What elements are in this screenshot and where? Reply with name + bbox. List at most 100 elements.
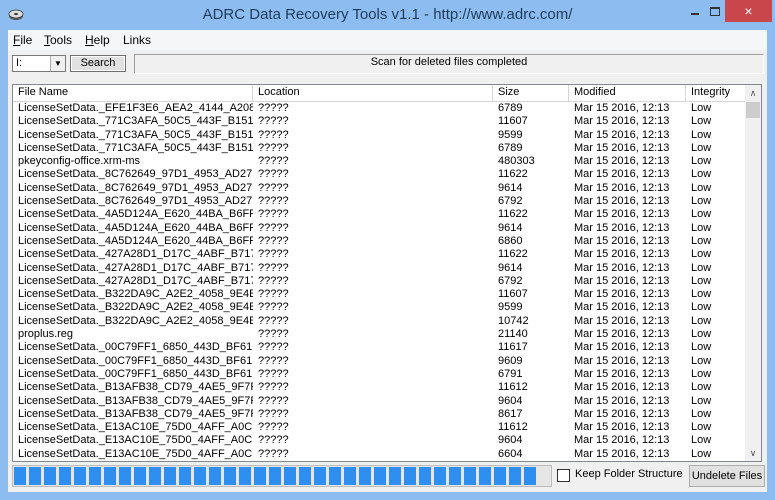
column-location[interactable]: Location [253, 85, 493, 101]
table-row[interactable]: LicenseSetData._427A28D1_D17C_4ABF_B717.… [13, 262, 747, 275]
size-cell: 10742 [498, 314, 529, 327]
location-cell: ????? [258, 195, 289, 208]
vertical-scrollbar[interactable]: ∧ ∨ [745, 85, 761, 461]
progress-segment [269, 467, 281, 485]
table-row[interactable]: LicenseSetData._B13AFB38_CD79_4AE5_9F7F.… [13, 381, 747, 394]
file-name-cell: LicenseSetData._B13AFB38_CD79_4AE5_9F7F.… [18, 394, 253, 407]
table-row[interactable]: LicenseSetData._E13AC10E_75D0_4AFF_A0C..… [13, 421, 747, 434]
table-row[interactable]: LicenseSetData._00C79FF1_6850_443D_BF61.… [13, 341, 747, 354]
table-row[interactable]: LicenseSetData._00C79FF1_6850_443D_BF61.… [13, 355, 747, 368]
modified-cell: Mar 15 2016, 12:13 [574, 341, 670, 354]
table-row[interactable]: LicenseSetData._B322DA9C_A2E2_4058_9E4E.… [13, 315, 747, 328]
file-list[interactable]: File Name Location Size Modified Integri… [12, 84, 762, 462]
file-name-cell: LicenseSetData._B13AFB38_CD79_4AE5_9F7F.… [18, 381, 253, 394]
table-row[interactable]: LicenseSetData._E13AC10E_75D0_4AFF_A0C..… [13, 434, 747, 447]
integrity-cell: Low [691, 168, 712, 181]
table-row[interactable]: LicenseSetData._8C762649_97D1_4953_AD27.… [13, 168, 747, 181]
size-cell: 8617 [498, 407, 523, 420]
table-row[interactable]: LicenseSetData._427A28D1_D17C_4ABF_B717.… [13, 248, 747, 261]
drive-value: I: [16, 57, 23, 69]
location-cell: ????? [258, 407, 289, 420]
maximize-button[interactable] [686, 0, 720, 22]
menu-bar: File Tools Help Links [8, 30, 767, 50]
table-row[interactable]: LicenseSetData._771C3AFA_50C5_443F_B151.… [13, 115, 747, 128]
progress-segment [434, 467, 446, 485]
chevron-down-icon[interactable]: ▼ [50, 56, 65, 71]
column-integrity[interactable]: Integrity [686, 85, 747, 101]
size-cell: 6789 [498, 141, 523, 154]
modified-cell: Mar 15 2016, 12:13 [574, 195, 670, 208]
table-row[interactable]: proplus.reg????? 21140 Mar 15 2016, 12:13 L… [13, 328, 747, 341]
table-row[interactable]: LicenseSetData._B13AFB38_CD79_4AE5_9F7F.… [13, 408, 747, 421]
location-cell: ????? [258, 234, 289, 247]
column-file-name[interactable]: File Name [13, 85, 253, 101]
checkbox-icon[interactable] [557, 469, 570, 482]
location-cell: ????? [258, 328, 289, 341]
table-row[interactable]: LicenseSetData._4A5D124A_E620_44BA_B6FF.… [13, 222, 747, 235]
modified-cell: Mar 15 2016, 12:13 [574, 221, 670, 234]
size-cell: 9604 [498, 434, 523, 447]
menu-file[interactable]: File [13, 33, 32, 47]
search-button[interactable]: Search [70, 55, 126, 72]
table-row[interactable]: pkeyconfig-office.xrm-ms????? 480303 Mar 1… [13, 155, 747, 168]
table-row[interactable]: LicenseSetData._771C3AFA_50C5_443F_B151.… [13, 129, 747, 142]
modified-cell: Mar 15 2016, 12:13 [574, 447, 670, 460]
modified-cell: Mar 15 2016, 12:13 [574, 234, 670, 247]
table-row[interactable]: LicenseSetData._427A28D1_D17C_4ABF_B717.… [13, 275, 747, 288]
scroll-thumb[interactable] [746, 102, 760, 118]
table-row[interactable]: LicenseSetData._E13AC10E_75D0_4AFF_A0C..… [13, 448, 747, 461]
location-cell: ????? [258, 248, 289, 261]
size-cell: 11622 [498, 208, 528, 221]
list-rows: LicenseSetData._EFE1F3E6_AEA2_4144_A208.… [13, 102, 747, 461]
modified-cell: Mar 15 2016, 12:13 [574, 141, 670, 154]
table-row[interactable]: LicenseSetData._00C79FF1_6850_443D_BF61.… [13, 368, 747, 381]
location-cell: ????? [258, 141, 289, 154]
file-name-cell: LicenseSetData._4A5D124A_E620_44BA_B6FF.… [18, 234, 253, 247]
modified-cell: Mar 15 2016, 12:13 [574, 208, 670, 221]
table-row[interactable]: LicenseSetData._4A5D124A_E620_44BA_B6FF.… [13, 208, 747, 221]
scroll-up-icon[interactable]: ∧ [745, 85, 761, 101]
modified-cell: Mar 15 2016, 12:13 [574, 102, 670, 114]
undelete-files-button[interactable]: Undelete Files [689, 465, 765, 487]
size-cell: 11612 [498, 381, 528, 394]
title-bar[interactable]: ADRC Data Recovery Tools v1.1 - http://w… [0, 0, 775, 30]
menu-links[interactable]: Links [123, 33, 151, 47]
size-cell: 11622 [498, 168, 528, 181]
drive-select[interactable]: I: ▼ [12, 55, 66, 72]
size-cell: 6792 [498, 195, 523, 208]
modified-cell: Mar 15 2016, 12:13 [574, 128, 670, 141]
size-cell: 11607 [498, 288, 528, 301]
file-name-cell: LicenseSetData._8C762649_97D1_4953_AD27.… [18, 181, 253, 194]
location-cell: ????? [258, 274, 289, 287]
size-cell: 6791 [498, 367, 523, 380]
integrity-cell: Low [691, 102, 712, 114]
table-row[interactable]: LicenseSetData._B322DA9C_A2E2_4058_9E4E.… [13, 288, 747, 301]
table-row[interactable]: LicenseSetData._8C762649_97D1_4953_AD27.… [13, 195, 747, 208]
progress-segment [179, 467, 191, 485]
column-modified[interactable]: Modified [569, 85, 686, 101]
close-button[interactable]: × [725, 0, 772, 22]
progress-segment [419, 467, 431, 485]
table-row[interactable]: LicenseSetData._B322DA9C_A2E2_4058_9E4E.… [13, 301, 747, 314]
file-name-cell: LicenseSetData._B322DA9C_A2E2_4058_9E4E.… [18, 314, 253, 327]
integrity-cell: Low [691, 128, 712, 141]
table-row[interactable]: LicenseSetData._B13AFB38_CD79_4AE5_9F7F.… [13, 395, 747, 408]
table-row[interactable]: LicenseSetData._8C762649_97D1_4953_AD27.… [13, 182, 747, 195]
progress-segment [74, 467, 86, 485]
table-row[interactable]: LicenseSetData._4A5D124A_E620_44BA_B6FF.… [13, 235, 747, 248]
integrity-cell: Low [691, 115, 712, 128]
file-name-cell: LicenseSetData._E13AC10E_75D0_4AFF_A0C..… [18, 447, 253, 460]
menu-tools[interactable]: Tools [44, 33, 72, 47]
file-name-cell: LicenseSetData._427A28D1_D17C_4ABF_B717.… [18, 248, 253, 261]
size-cell: 6792 [498, 274, 523, 287]
location-cell: ????? [258, 102, 289, 114]
menu-help[interactable]: Help [85, 33, 110, 47]
file-name-cell: LicenseSetData._4A5D124A_E620_44BA_B6FF.… [18, 208, 253, 221]
column-size[interactable]: Size [493, 85, 569, 101]
table-row[interactable]: LicenseSetData._EFE1F3E6_AEA2_4144_A208.… [13, 102, 747, 115]
modified-cell: Mar 15 2016, 12:13 [574, 434, 670, 447]
scroll-down-icon[interactable]: ∨ [745, 445, 761, 461]
file-name-cell: LicenseSetData._427A28D1_D17C_4ABF_B717.… [18, 274, 253, 287]
table-row[interactable]: LicenseSetData._771C3AFA_50C5_443F_B151.… [13, 142, 747, 155]
progress-segment [134, 467, 146, 485]
